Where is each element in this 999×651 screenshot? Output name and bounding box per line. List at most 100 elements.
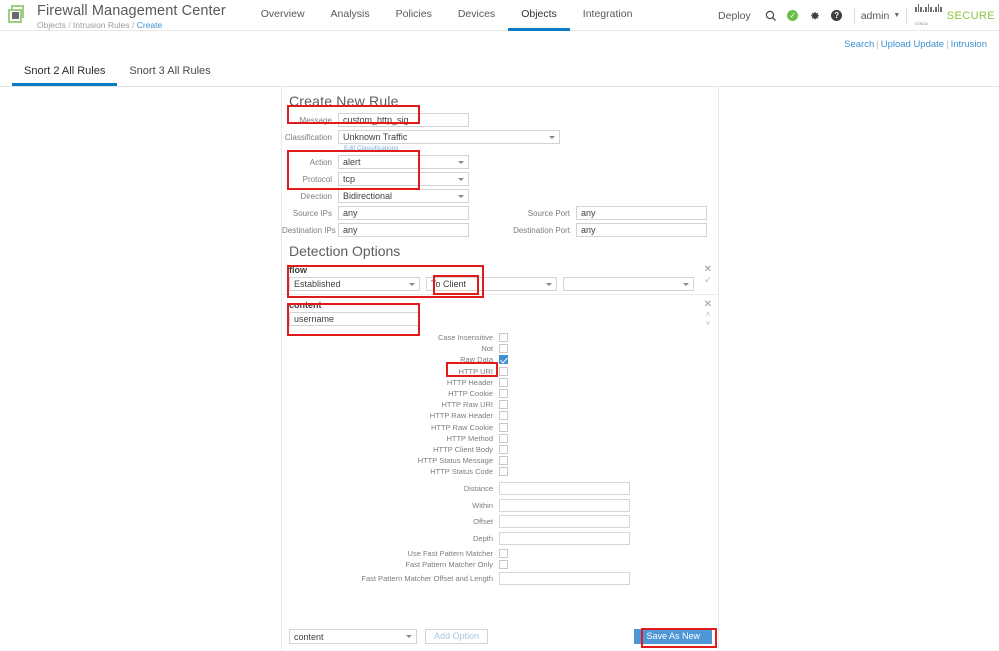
nav-item-policies[interactable]: Policies: [383, 0, 445, 31]
checkbox-use-fast-pattern-matcher[interactable]: [499, 548, 508, 558]
gear-icon[interactable]: [804, 0, 826, 31]
checkbox-row-fast-pattern-matcher-only: Fast Pattern Matcher Only: [289, 559, 718, 569]
destination-port-input[interactable]: any: [576, 223, 707, 237]
move-down-icon[interactable]: ˅: [705, 320, 710, 328]
nav-item-devices[interactable]: Devices: [445, 0, 508, 31]
admin-menu[interactable]: admin ▼: [861, 10, 901, 22]
help-icon[interactable]: ?: [826, 0, 848, 31]
checkbox-row-http-uri: HTTP URI: [289, 366, 718, 376]
checkbox-http-status-message[interactable]: [499, 456, 508, 466]
flow-option-icons: ✕ ↙: [704, 265, 712, 284]
checkbox-row-http-client-body: HTTP Client Body: [289, 444, 718, 454]
checkbox-row-use-fast-pattern-matcher: Use Fast Pattern Matcher: [289, 548, 718, 558]
close-icon[interactable]: ✕: [704, 300, 712, 310]
nav-item-objects[interactable]: Objects: [508, 0, 570, 31]
content-value-input[interactable]: username: [289, 312, 420, 326]
flow-select-2[interactable]: To Client: [426, 277, 557, 291]
nav-item-integration[interactable]: Integration: [570, 0, 646, 31]
action-select[interactable]: alert: [338, 155, 469, 169]
app-title: Firewall Management Center: [37, 3, 226, 19]
move-up-icon[interactable]: ˄: [705, 311, 710, 319]
link-upload-update[interactable]: Upload Update: [881, 39, 944, 50]
label-http-client-body: HTTP Client Body: [433, 444, 493, 454]
checkbox-raw-data[interactable]: [499, 355, 508, 365]
checkbox-fast-pattern-matcher-only[interactable]: [499, 559, 508, 569]
tab-snort-3-all-rules[interactable]: Snort 3 All Rules: [117, 58, 222, 86]
label-source-ips: Source IPs: [292, 208, 332, 218]
save-as-new-button[interactable]: Save As New: [634, 629, 712, 644]
edit-classifications-link[interactable]: Edit Classifications: [344, 145, 718, 152]
checkbox-row-http-cookie: HTTP Cookie: [289, 388, 718, 398]
flow-select-1[interactable]: Established: [289, 277, 420, 291]
field-row-source: Source IPs any Source Port any: [282, 206, 718, 220]
classification-value: Unknown Traffic: [343, 132, 408, 142]
fast-pattern-matcher-group: Use Fast Pattern Matcher Fast Pattern Ma…: [289, 548, 718, 585]
create-rule-panel: Create New Rule Message custom_http_sig …: [281, 87, 719, 651]
label-case-insensitive: Case Insensitive: [437, 333, 493, 342]
protocol-select[interactable]: tcp: [338, 172, 469, 186]
message-input[interactable]: custom_http_sig: [338, 113, 469, 127]
checkbox-case-insensitive[interactable]: [499, 333, 508, 342]
offset-input[interactable]: [499, 515, 630, 529]
checkbox-row-http-status-message: HTTP Status Message: [289, 456, 718, 466]
label-depth: Depth: [472, 533, 493, 543]
direction-select[interactable]: Bidirectional: [338, 189, 469, 203]
search-icon[interactable]: [760, 0, 782, 31]
flow-select-3[interactable]: [563, 277, 694, 291]
field-row-direction: Direction Bidirectional: [282, 189, 718, 203]
checkbox-http-raw-cookie[interactable]: [499, 422, 508, 432]
checkbox-not[interactable]: [499, 344, 508, 354]
protocol-value: tcp: [343, 174, 356, 184]
detection-option-content: content username ✕ ˄ ˅ Case Insensitive …: [282, 297, 718, 591]
link-search[interactable]: Search: [844, 39, 874, 50]
checkbox-http-client-body[interactable]: [499, 444, 508, 454]
add-option-button[interactable]: Add Option: [425, 629, 489, 644]
checkbox-row-not: Not: [289, 344, 718, 354]
option-name-flow: flow: [289, 265, 307, 275]
fp-offset-length-input[interactable]: [499, 571, 630, 585]
deploy-button[interactable]: Deploy: [709, 10, 760, 22]
option-type-select[interactable]: content: [289, 629, 417, 644]
checkbox-http-status-code[interactable]: [499, 467, 508, 477]
source-ips-input[interactable]: any: [338, 206, 469, 220]
checkbox-http-header[interactable]: [499, 377, 508, 387]
nav-item-analysis[interactable]: Analysis: [318, 0, 383, 31]
link-intrusion[interactable]: Intrusion: [951, 39, 987, 50]
cisco-label: cisco: [915, 21, 929, 26]
resize-handle-icon[interactable]: ↙: [704, 276, 711, 284]
text-row-depth: Depth: [289, 531, 718, 545]
secure-label: SECURE: [946, 9, 995, 22]
breadcrumb-mid[interactable]: Intrusion Rules: [73, 20, 130, 30]
text-row-distance: Distance: [289, 482, 718, 496]
label-http-method: HTTP Method: [446, 433, 493, 443]
breadcrumb-current[interactable]: Create: [137, 20, 163, 30]
source-port-input[interactable]: any: [576, 206, 707, 220]
distance-input[interactable]: [499, 482, 630, 496]
destination-ips-input[interactable]: any: [338, 223, 469, 237]
label-destination-port: Destination Port: [513, 225, 570, 235]
tab-snort-2-all-rules[interactable]: Snort 2 All Rules: [12, 58, 118, 86]
sub-links-row: Search | Upload Update | Intrusion: [0, 31, 999, 58]
status-ok-icon[interactable]: ✓: [782, 0, 804, 31]
checkbox-http-raw-uri[interactable]: [499, 400, 508, 410]
classification-select[interactable]: Unknown Traffic: [338, 130, 560, 144]
label-classification: Classification: [284, 132, 332, 142]
nav-item-overview[interactable]: Overview: [248, 0, 318, 31]
close-icon[interactable]: ✕: [704, 265, 712, 275]
admin-label: admin: [860, 9, 890, 22]
checkbox-http-cookie[interactable]: [499, 388, 508, 398]
cisco-bars-icon: [915, 1, 942, 12]
label-action: Action: [309, 157, 332, 167]
detection-options-title: Detection Options: [289, 243, 401, 259]
field-row-destination: Destination IPs any Destination Port any: [282, 223, 718, 237]
flow-select-1-value: Established: [294, 279, 341, 289]
checkbox-http-raw-header[interactable]: [499, 411, 508, 421]
label-within: Within: [472, 500, 493, 510]
within-input[interactable]: [499, 498, 630, 512]
breadcrumb-root[interactable]: Objects: [37, 20, 66, 30]
checkbox-http-uri[interactable]: [499, 366, 508, 376]
label-http-raw-cookie: HTTP Raw Cookie: [431, 422, 493, 432]
depth-input[interactable]: [499, 531, 630, 545]
checkbox-http-method[interactable]: [499, 433, 508, 443]
label-distance: Distance: [463, 484, 493, 494]
